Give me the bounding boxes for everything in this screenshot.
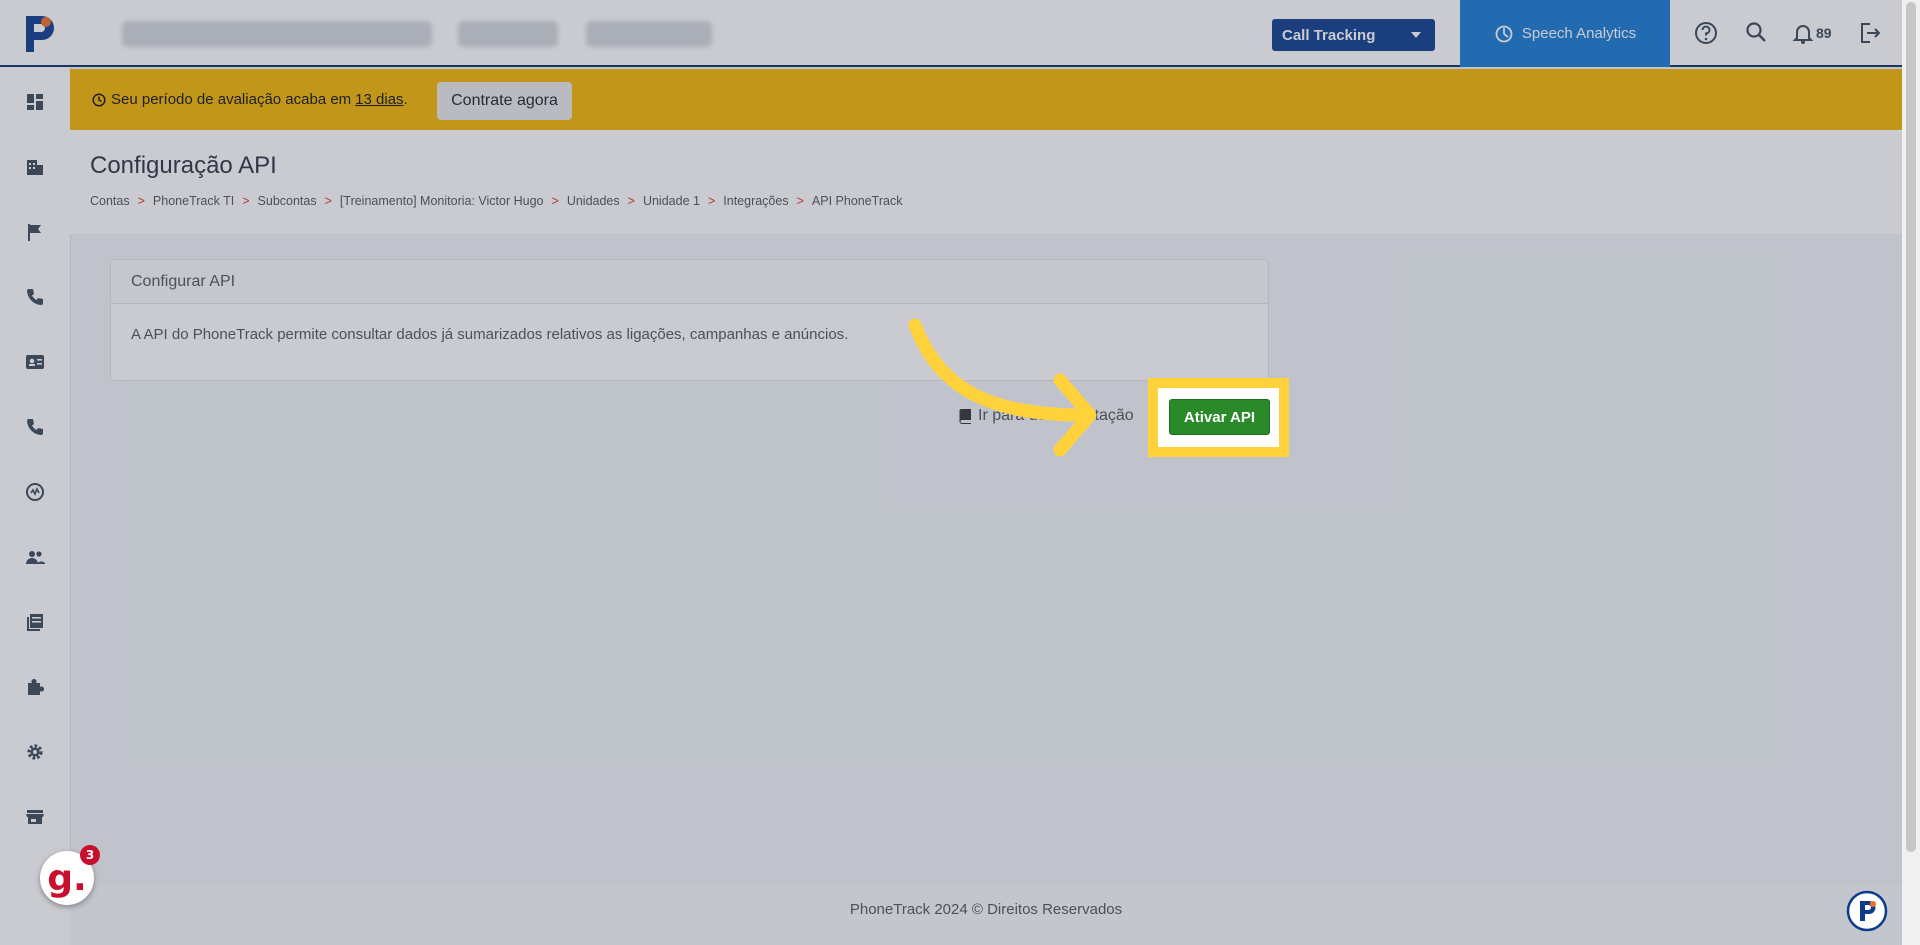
footer-copyright: PhoneTrack 2024 © Direitos Reservados	[849, 901, 1123, 918]
speech-analytics-button[interactable]: Speech Analytics	[1460, 0, 1670, 67]
breadcrumb-item-unidade-1[interactable]: Unidade 1	[643, 194, 700, 208]
chat-widget-button[interactable]: g. 3	[40, 845, 100, 905]
breadcrumb: Contas > PhoneTrack TI > Subcontas > [Tr…	[90, 194, 902, 208]
breadcrumb-separator: >	[242, 194, 250, 208]
top-header: Call Tracking Speech Analytics 89	[0, 0, 1902, 67]
breadcrumb-separator: >	[137, 194, 145, 208]
tutorial-arrow-icon	[908, 318, 1097, 457]
ativar-api-button[interactable]: Ativar API	[1169, 399, 1270, 435]
trial-text: Seu período de avaliação acaba em	[111, 91, 352, 108]
store-icon[interactable]	[24, 806, 46, 828]
menu-item-blurred-2[interactable]	[586, 21, 712, 47]
breadcrumb-separator: >	[627, 194, 635, 208]
speech-analytics-icon	[1495, 25, 1513, 42]
menu-item-blurred[interactable]	[458, 21, 558, 47]
contact-card-icon[interactable]	[24, 351, 46, 373]
page-title: Configuração API	[90, 152, 277, 179]
breadcrumb-separator: >	[551, 194, 559, 208]
breadcrumb-item-integracoes[interactable]: Integrações	[723, 194, 788, 208]
breadcrumb-separator: >	[324, 194, 332, 208]
sidebar	[0, 67, 71, 945]
contrate-agora-button[interactable]: Contrate agora	[437, 82, 572, 120]
breadcrumb-item-subcontas[interactable]: Subcontas	[258, 194, 317, 208]
flag-icon[interactable]	[24, 221, 46, 243]
chat-widget-letter: g.	[47, 857, 87, 899]
page-header: Configuração API Contas > PhoneTrack TI …	[70, 130, 1902, 234]
clock-icon	[92, 92, 106, 107]
phone-icon[interactable]	[24, 286, 46, 308]
trial-days-link[interactable]: 13 dias	[355, 91, 403, 108]
account-selector-blurred[interactable]	[122, 21, 432, 47]
scrollbar-thumb[interactable]	[1906, 2, 1916, 852]
dashboard-icon[interactable]	[24, 91, 46, 113]
chat-unread-count: 3	[80, 845, 100, 865]
trial-text-end: .	[403, 91, 408, 108]
breadcrumb-item-phonetrack-ti[interactable]: PhoneTrack TI	[153, 194, 234, 208]
breadcrumb-item-contas[interactable]: Contas	[90, 194, 130, 208]
breadcrumb-item-api-phonetrack: API PhoneTrack	[811, 194, 903, 208]
phonetrack-help-icon[interactable]	[1846, 890, 1888, 932]
breadcrumb-item-unidades[interactable]: Unidades	[567, 194, 620, 208]
phonetrack-logo[interactable]	[22, 12, 58, 56]
phone-call-icon[interactable]	[24, 416, 46, 438]
speech-analytics-label: Speech Analytics	[1521, 25, 1637, 42]
breadcrumb-separator: >	[707, 194, 716, 208]
product-select-label: Call Tracking	[1282, 26, 1376, 44]
bell-icon[interactable]	[1790, 20, 1816, 46]
puzzle-icon[interactable]	[24, 676, 46, 698]
ai-speech-icon[interactable]	[24, 481, 46, 503]
trial-banner: Seu período de avaliação acaba em 13 dia…	[70, 69, 1902, 130]
users-icon[interactable]	[24, 546, 46, 568]
logout-icon[interactable]	[1857, 20, 1883, 46]
gear-icon[interactable]	[24, 741, 46, 763]
breadcrumb-separator: >	[796, 194, 804, 208]
help-icon[interactable]	[1693, 20, 1719, 46]
building-icon[interactable]	[24, 156, 46, 178]
footer: PhoneTrack 2024 © Direitos Reservados	[70, 885, 1902, 945]
library-icon[interactable]	[24, 611, 46, 633]
page-scrollbar[interactable]	[1902, 0, 1920, 945]
search-icon[interactable]	[1743, 20, 1769, 46]
breadcrumb-item-subaccount[interactable]: [Treinamento] Monitoria: Victor Hugo	[340, 194, 544, 208]
chevron-down-icon	[1411, 32, 1421, 38]
product-select[interactable]: Call Tracking	[1272, 19, 1435, 51]
notification-count: 89	[1816, 25, 1832, 41]
card-title: Configurar API	[111, 260, 1268, 304]
trial-message: Seu período de avaliação acaba em 13 dia…	[92, 91, 408, 108]
